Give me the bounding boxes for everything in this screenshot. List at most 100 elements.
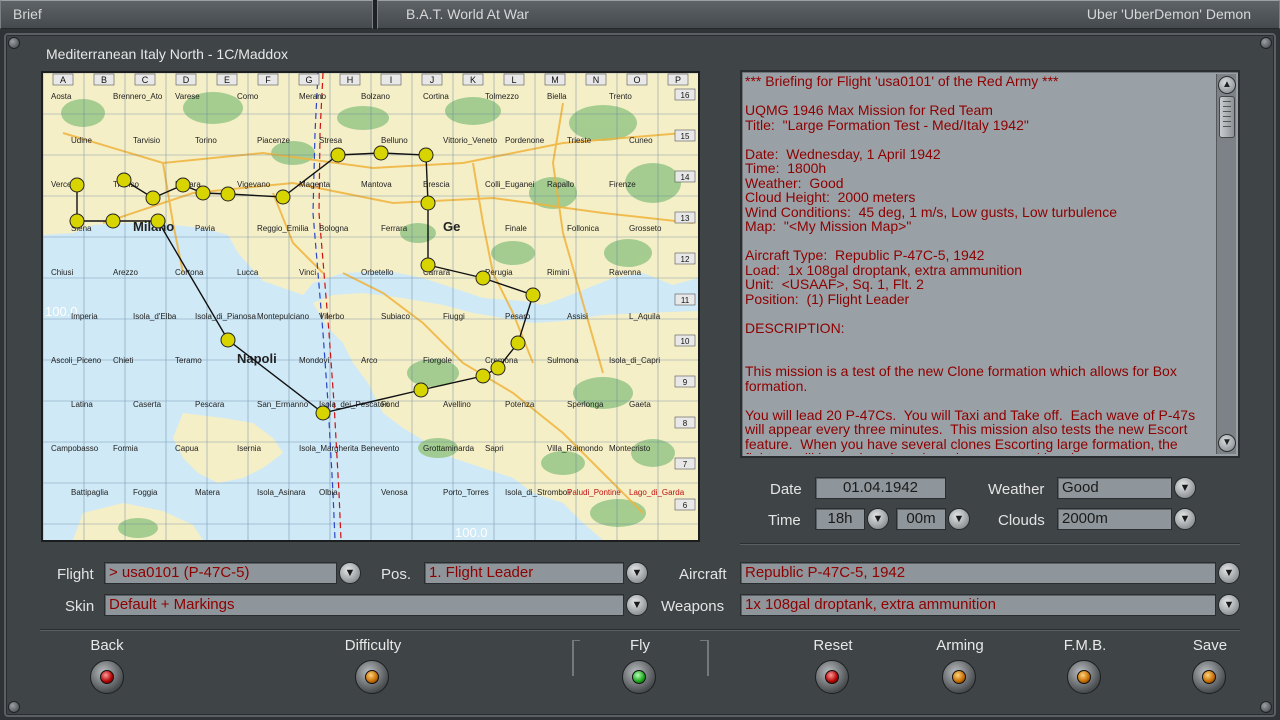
svg-text:7: 7 — [683, 460, 688, 469]
svg-text:B: B — [101, 75, 107, 85]
waypoint-marker — [413, 382, 429, 398]
city-label: Belluno — [381, 136, 408, 145]
briefing-box[interactable]: *** Briefing for Flight 'usa0101' of the… — [740, 70, 1240, 458]
city-label: Venosa — [381, 488, 408, 497]
aircraft-select[interactable]: Republic P-47C-5, 1942 — [740, 562, 1216, 584]
lamp-icon — [952, 670, 966, 684]
chevron-down-icon[interactable]: ▼ — [948, 508, 970, 530]
save-button[interactable] — [1192, 660, 1226, 694]
svg-text:C: C — [142, 75, 149, 85]
position-select[interactable]: 1. Flight Leader — [424, 562, 624, 584]
minute-field[interactable]: 00m — [896, 508, 946, 530]
city-label: Bologna — [319, 224, 349, 233]
city-label: Sapri — [485, 444, 504, 453]
city-label: Montepulciano — [257, 312, 310, 321]
city-label: Biella — [547, 92, 567, 101]
waypoint-marker — [175, 177, 191, 193]
weapons-select[interactable]: 1x 108gal droptank, extra ammunition — [740, 594, 1216, 616]
city-label: Mantova — [361, 180, 392, 189]
waypoint-marker — [418, 147, 434, 163]
waypoint-marker — [195, 185, 211, 201]
difficulty-label: Difficulty — [344, 637, 402, 654]
date-field[interactable]: 01.04.1942 — [815, 477, 946, 499]
city-label: Lucca — [237, 268, 259, 277]
map-column-label: B — [93, 73, 115, 86]
map-column-label: J — [421, 73, 443, 86]
city-label: Trieste — [567, 136, 592, 145]
waypoint-marker — [275, 189, 291, 205]
city-label: Isernia — [237, 444, 262, 453]
city-label: Pescara — [195, 400, 225, 409]
svg-text:A: A — [60, 75, 66, 85]
chevron-down-icon[interactable]: ▼ — [1218, 594, 1240, 616]
city-label: Pavia — [195, 224, 216, 233]
fmb-button[interactable] — [1067, 660, 1101, 694]
waypoint-marker — [105, 213, 121, 229]
screw-icon — [8, 701, 20, 713]
city-label: Reggio_Emilia — [257, 224, 309, 233]
scroll-thumb[interactable] — [1219, 96, 1235, 138]
map-row-label: 9 — [674, 375, 696, 388]
arming-label: Arming — [936, 637, 984, 654]
city-label: Rimini — [547, 268, 569, 277]
time-label: Time — [768, 512, 801, 529]
weather-select[interactable]: Good — [1057, 477, 1172, 499]
city-label: Avellino — [443, 400, 471, 409]
city-label: Benevento — [361, 444, 400, 453]
city-label: Vittorio_Veneto — [443, 136, 498, 145]
chevron-down-icon[interactable]: ▼ — [1174, 477, 1196, 499]
map-column-label: L — [503, 73, 525, 86]
svg-text:10: 10 — [681, 337, 690, 346]
arrow-down-icon[interactable]: ▼ — [1218, 434, 1236, 452]
chevron-down-icon[interactable]: ▼ — [867, 508, 889, 530]
svg-text:15: 15 — [681, 132, 690, 141]
svg-text:12: 12 — [681, 255, 690, 264]
city-label: Grottaminarda — [423, 444, 475, 453]
city-label: Orbetello — [361, 268, 394, 277]
chevron-down-icon[interactable]: ▼ — [339, 562, 361, 584]
reset-button[interactable] — [815, 660, 849, 694]
mission-map[interactable]: 100.0 100.0 Aosta Brennero_Ato Varese Como M… — [41, 71, 700, 542]
screw-icon — [8, 37, 20, 49]
map-title: Mediterranean Italy North - 1C/Maddox — [46, 46, 288, 62]
top-bar: Brief B.A.T. World At War Uber 'UberDemo… — [0, 0, 1280, 29]
city-label: Cortina — [423, 92, 449, 101]
map-column-label: P — [667, 73, 689, 86]
waypoint-marker — [475, 270, 491, 286]
city-label: Fiuggi — [443, 312, 465, 321]
city-label: Caserta — [133, 400, 162, 409]
chevron-down-icon[interactable]: ▼ — [626, 594, 648, 616]
fly-frame — [572, 640, 574, 676]
fly-label: Fly — [580, 637, 700, 654]
back-button[interactable] — [90, 660, 124, 694]
waypoint-marker — [69, 177, 85, 193]
chevron-down-icon[interactable]: ▼ — [626, 562, 648, 584]
arming-button[interactable] — [942, 660, 976, 694]
chevron-down-icon[interactable]: ▼ — [1174, 508, 1196, 530]
fly-button[interactable] — [622, 660, 656, 694]
arrow-up-icon[interactable]: ▲ — [1218, 76, 1236, 94]
flight-select[interactable]: > usa0101 (P-47C-5) — [104, 562, 337, 584]
waypoint-marker — [220, 186, 236, 202]
city-label: Subiaco — [381, 312, 410, 321]
city-label: Torino — [195, 136, 217, 145]
map-row-label: 16 — [674, 88, 696, 101]
chevron-down-icon[interactable]: ▼ — [1218, 562, 1240, 584]
svg-text:D: D — [183, 75, 190, 85]
difficulty-button[interactable] — [355, 660, 389, 694]
title-bar: B.A.T. World At War Uber 'UberDemon' Dem… — [377, 0, 1280, 29]
clouds-label: Clouds — [998, 512, 1045, 529]
clouds-select[interactable]: 2000m — [1057, 508, 1172, 530]
map-column-label: K — [462, 73, 484, 86]
city-label: Tolmezzo — [485, 92, 519, 101]
briefing-scrollbar[interactable]: ▲ ▼ — [1216, 74, 1236, 454]
skin-select[interactable]: Default + Markings — [104, 594, 624, 616]
city-label: Grosseto — [629, 224, 662, 233]
hour-field[interactable]: 18h — [815, 508, 865, 530]
skin-label: Skin — [65, 598, 95, 615]
city-label: Isola_di_Capri — [609, 356, 660, 365]
city-label: Piacenze — [257, 136, 290, 145]
city-label: Olbia — [319, 488, 338, 497]
lamp-icon — [100, 670, 114, 684]
waypoint-marker — [510, 335, 526, 351]
